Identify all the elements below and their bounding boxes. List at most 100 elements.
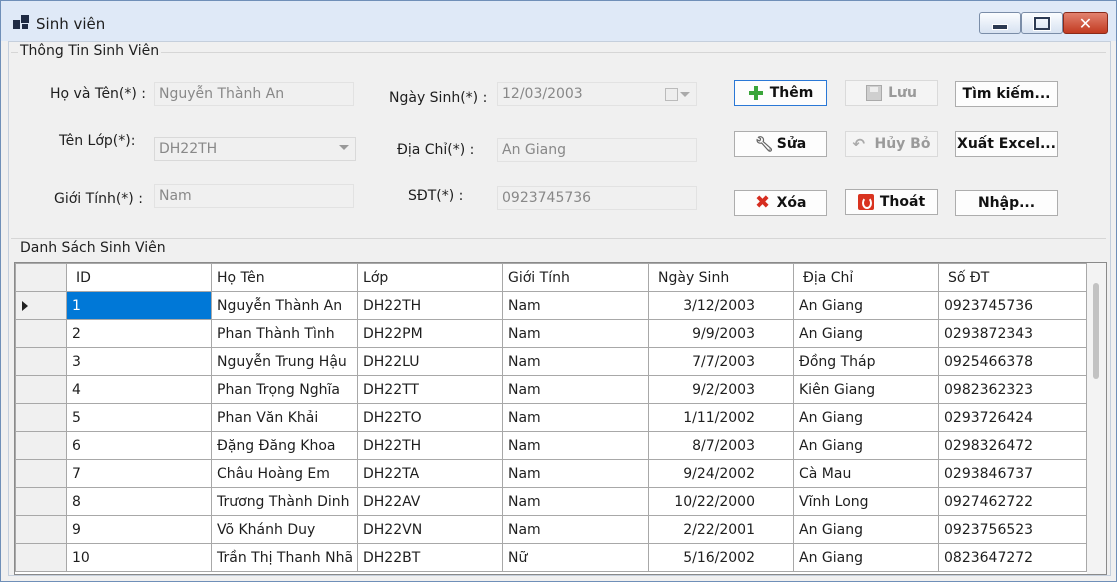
column-header-name[interactable]: Họ Tên xyxy=(211,263,358,292)
cell-class[interactable]: DH22AV xyxy=(357,487,503,516)
cell-name[interactable]: Châu Hoàng Em xyxy=(211,459,358,488)
cell-address[interactable]: An Giang xyxy=(793,431,939,460)
cell-class[interactable]: DH22TH xyxy=(357,291,503,320)
cell-dob[interactable]: 7/7/2003 xyxy=(648,347,794,376)
table-row[interactable]: 3 Nguyễn Trung Hậu DH22LU Nam 7/7/2003 Đồng T… xyxy=(15,347,1087,376)
cell-phone[interactable]: 0982362323 xyxy=(938,375,1087,404)
cell-gender[interactable]: Nam xyxy=(502,459,649,488)
cell-address[interactable]: An Giang xyxy=(793,319,939,348)
row-header[interactable] xyxy=(15,291,67,320)
scrollbar-thumb[interactable] xyxy=(1093,283,1099,379)
title-bar[interactable]: Sinh viên ✕ xyxy=(1,1,1116,41)
search-button[interactable]: Tìm kiếm... xyxy=(955,81,1058,107)
cell-address[interactable]: Vĩnh Long xyxy=(793,487,939,516)
table-row[interactable]: 4 Phan Trọng Nghĩa DH22TT Nam 9/2/2003 Kiên G… xyxy=(15,375,1087,404)
cell-class[interactable]: DH22LU xyxy=(357,347,503,376)
cell-phone[interactable]: 0925466378 xyxy=(938,347,1087,376)
cell-gender[interactable]: Nữ xyxy=(502,543,649,572)
gender-field[interactable]: Nam xyxy=(154,184,354,208)
row-header[interactable] xyxy=(15,431,67,460)
column-header-phone[interactable]: Số ĐT xyxy=(938,263,1087,292)
cancel-button[interactable]: ↶ Hủy Bỏ xyxy=(845,131,938,157)
cell-id[interactable]: 1 xyxy=(66,291,212,320)
row-header[interactable] xyxy=(15,347,67,376)
export-excel-button[interactable]: Xuất Excel... xyxy=(955,131,1058,157)
cell-class[interactable]: DH22PM xyxy=(357,319,503,348)
cell-class[interactable]: DH22TA xyxy=(357,459,503,488)
cell-phone[interactable]: 0293872343 xyxy=(938,319,1087,348)
table-row[interactable]: 10 Trần Thị Thanh Nhã DH22BT Nữ 5/16/2002 An … xyxy=(15,543,1087,572)
cell-address[interactable]: Cà Mau xyxy=(793,459,939,488)
close-button[interactable]: ✕ xyxy=(1063,12,1108,34)
exit-button[interactable]: Thoát xyxy=(845,189,938,215)
cell-phone[interactable]: 0923756523 xyxy=(938,515,1087,544)
cell-gender[interactable]: Nam xyxy=(502,319,649,348)
cell-address[interactable]: Kiên Giang xyxy=(793,375,939,404)
table-row[interactable]: 7 Châu Hoàng Em DH22TA Nam 9/24/2002 Cà Mau 02… xyxy=(15,459,1087,488)
address-field[interactable]: An Giang xyxy=(497,138,697,162)
phone-field[interactable]: 0923745736 xyxy=(497,186,697,210)
cell-name[interactable]: Trương Thành Dinh xyxy=(211,487,358,516)
cell-name[interactable]: Phan Thành Tình xyxy=(211,319,358,348)
cell-name[interactable]: Nguyễn Thành An xyxy=(211,291,358,320)
cell-address[interactable]: An Giang xyxy=(793,403,939,432)
chevron-down-icon[interactable] xyxy=(680,92,690,97)
cell-name[interactable]: Phan Trọng Nghĩa xyxy=(211,375,358,404)
cell-class[interactable]: DH22VN xyxy=(357,515,503,544)
class-select[interactable]: DH22TH xyxy=(154,137,356,161)
cell-phone[interactable]: 0293846737 xyxy=(938,459,1087,488)
cell-address[interactable]: An Giang xyxy=(793,543,939,572)
row-header[interactable] xyxy=(15,403,67,432)
cell-class[interactable]: DH22TO xyxy=(357,403,503,432)
cell-dob[interactable]: 9/24/2002 xyxy=(648,459,794,488)
edit-button[interactable]: 🔧︎ Sửa xyxy=(734,131,827,157)
column-header-id[interactable]: ID xyxy=(66,263,212,292)
vertical-scrollbar[interactable] xyxy=(1087,263,1106,574)
cell-name[interactable]: Đặng Đăng Khoa xyxy=(211,431,358,460)
cell-dob[interactable]: 9/2/2003 xyxy=(648,375,794,404)
cell-phone[interactable]: 0923745736 xyxy=(938,291,1087,320)
row-header[interactable] xyxy=(15,487,67,516)
table-row[interactable]: 5 Phan Văn Khải DH22TO Nam 1/11/2002 An Giang… xyxy=(15,403,1087,432)
table-row[interactable]: 2 Phan Thành Tình DH22PM Nam 9/9/2003 An Gian… xyxy=(15,319,1087,348)
cell-phone[interactable]: 0927462722 xyxy=(938,487,1087,516)
cell-gender[interactable]: Nam xyxy=(502,375,649,404)
cell-class[interactable]: DH22TH xyxy=(357,431,503,460)
save-button[interactable]: Lưu xyxy=(845,80,938,106)
calendar-icon[interactable] xyxy=(665,88,678,101)
cell-id[interactable]: 6 xyxy=(66,431,212,460)
cell-id[interactable]: 7 xyxy=(66,459,212,488)
row-header[interactable] xyxy=(15,515,67,544)
cell-gender[interactable]: Nam xyxy=(502,431,649,460)
row-header[interactable] xyxy=(15,459,67,488)
maximize-button[interactable] xyxy=(1021,12,1063,34)
cell-dob[interactable]: 2/22/2001 xyxy=(648,515,794,544)
cell-name[interactable]: Nguyễn Trung Hậu xyxy=(211,347,358,376)
add-button[interactable]: Thêm xyxy=(734,80,827,106)
row-header[interactable] xyxy=(15,319,67,348)
row-header[interactable] xyxy=(15,543,67,572)
students-table[interactable]: ID Họ Tên Lớp Giới Tính Ngày Sinh Địa Ch… xyxy=(14,262,1107,575)
name-field[interactable]: Nguyễn Thành An xyxy=(154,82,354,106)
cell-gender[interactable]: Nam xyxy=(502,291,649,320)
cell-name[interactable]: Võ Khánh Duy xyxy=(211,515,358,544)
table-row[interactable]: 9 Võ Khánh Duy DH22VN Nam 2/22/2001 An Giang 0… xyxy=(15,515,1087,544)
cell-gender[interactable]: Nam xyxy=(502,487,649,516)
cell-address[interactable]: An Giang xyxy=(793,291,939,320)
import-button[interactable]: Nhập... xyxy=(955,190,1058,216)
cell-id[interactable]: 2 xyxy=(66,319,212,348)
chevron-down-icon[interactable] xyxy=(339,145,349,150)
dob-picker[interactable]: 12/03/2003 xyxy=(497,82,697,106)
cell-phone[interactable]: 0298326472 xyxy=(938,431,1087,460)
cell-dob[interactable]: 1/11/2002 xyxy=(648,403,794,432)
cell-gender[interactable]: Nam xyxy=(502,515,649,544)
cell-id[interactable]: 10 xyxy=(66,543,212,572)
table-row[interactable]: 1 Nguyễn Thành An DH22TH Nam 3/12/2003 An Gia… xyxy=(15,291,1087,320)
cell-id[interactable]: 8 xyxy=(66,487,212,516)
row-header[interactable] xyxy=(15,375,67,404)
cell-class[interactable]: DH22BT xyxy=(357,543,503,572)
cell-phone[interactable]: 0823647272 xyxy=(938,543,1087,572)
cell-address[interactable]: An Giang xyxy=(793,515,939,544)
column-header-dob[interactable]: Ngày Sinh xyxy=(648,263,794,292)
table-row[interactable]: 6 Đặng Đăng Khoa DH22TH Nam 8/7/2003 An Giang… xyxy=(15,431,1087,460)
